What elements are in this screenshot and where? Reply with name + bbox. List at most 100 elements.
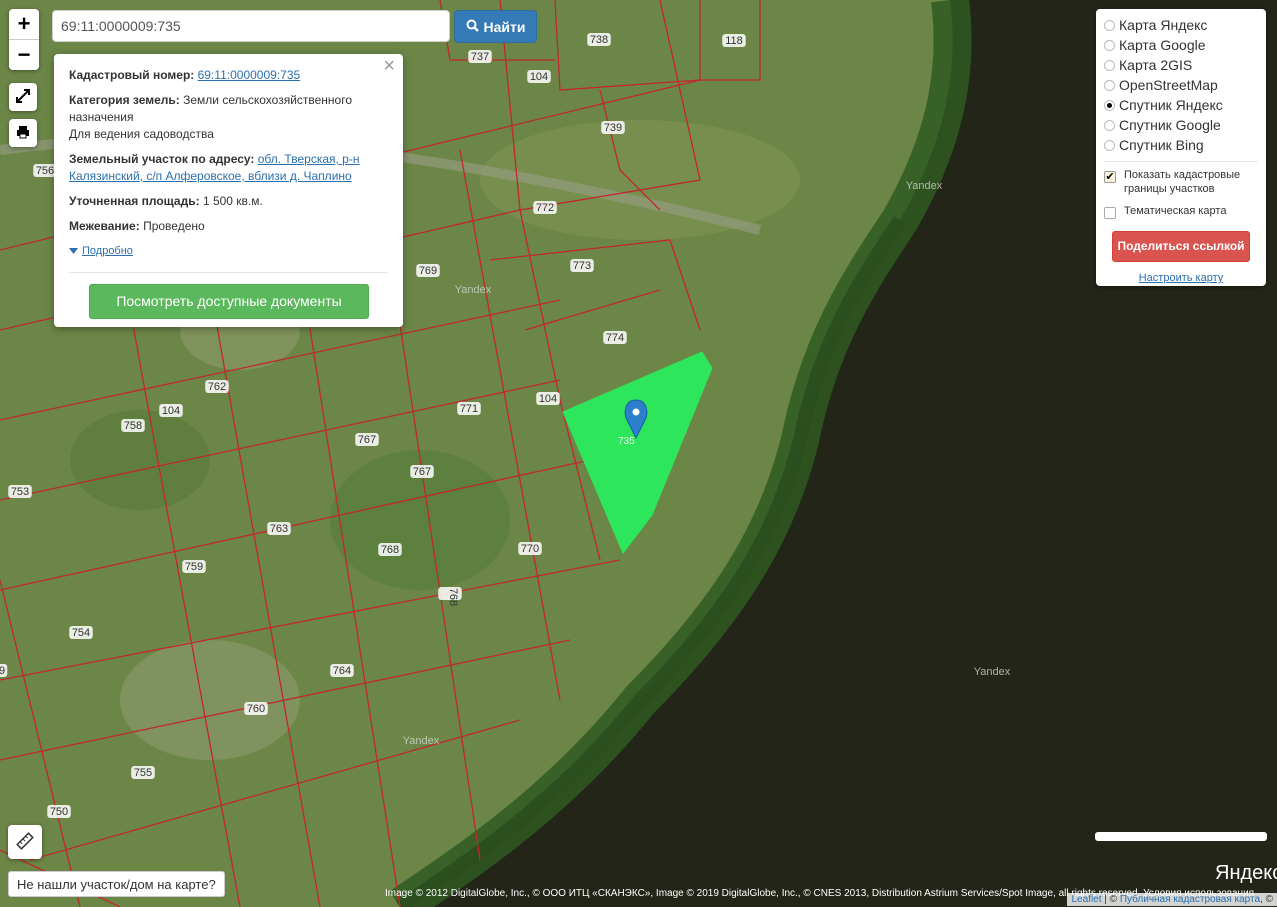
parcel-number-label[interactable]: 768 bbox=[447, 588, 459, 606]
parcel-number-label[interactable]: 772 bbox=[536, 202, 554, 214]
basemap-options: Карта Яндекс Карта Google Карта 2GIS OpenSt… bbox=[1104, 15, 1258, 155]
parcel-number-label[interactable]: 118 bbox=[725, 35, 743, 47]
popup-divider bbox=[69, 272, 388, 273]
leaflet-link[interactable]: Leaflet bbox=[1071, 894, 1101, 905]
yandex-logo: Яндекс bbox=[1215, 862, 1277, 884]
survey-value: Проведено bbox=[143, 219, 205, 233]
details-link[interactable]: Подробно bbox=[82, 243, 133, 260]
parcel-number-label[interactable]: 767 bbox=[358, 434, 376, 446]
basemap-option-label: Карта 2GIS bbox=[1119, 57, 1193, 73]
attribution-tail: , © bbox=[1260, 894, 1273, 905]
parcel-number-label[interactable]: 753 bbox=[11, 486, 29, 498]
thematic-map-checkbox[interactable]: Тематическая карта bbox=[1104, 204, 1258, 219]
survey-row: Межевание: Проведено bbox=[69, 218, 388, 235]
parcel-number-label[interactable]: 770 bbox=[521, 543, 539, 555]
yandex-watermark: Yandex bbox=[403, 735, 440, 747]
parcel-number-label[interactable]: 756 bbox=[36, 165, 54, 177]
measure-button[interactable] bbox=[8, 825, 42, 859]
layer-switcher-panel: Карта Яндекс Карта Google Карта 2GIS OpenSt… bbox=[1096, 9, 1266, 286]
parcel-number-label[interactable]: 763 bbox=[270, 523, 288, 535]
parcel-number-label[interactable]: 755 bbox=[134, 767, 152, 779]
share-link-button[interactable]: Поделиться ссылкой bbox=[1112, 231, 1250, 262]
show-borders-checkbox[interactable]: ✔ Показать кадастровые границы участков bbox=[1104, 168, 1258, 196]
checkbox-checked-icon: ✔ bbox=[1104, 171, 1116, 183]
printer-icon bbox=[16, 125, 30, 142]
area-label: Уточненная площадь: bbox=[69, 194, 200, 208]
basemap-option-label: Спутник Bing bbox=[1119, 137, 1204, 153]
parcel-number-label[interactable]: 768 bbox=[381, 544, 399, 556]
details-toggle[interactable]: Подробно bbox=[69, 243, 388, 260]
parcel-number-label[interactable]: 769 bbox=[419, 265, 437, 277]
pkk-link[interactable]: Публичная кадастровая карта bbox=[1120, 894, 1260, 905]
area-row: Уточненная площадь: 1 500 кв.м. bbox=[69, 193, 388, 210]
basemap-option[interactable]: Карта Google bbox=[1104, 35, 1258, 55]
thematic-map-label: Тематическая карта bbox=[1124, 205, 1227, 217]
parcel-number-label[interactable]: 774 bbox=[606, 332, 624, 344]
parcel-number-label[interactable]: 773 bbox=[573, 260, 591, 272]
parcel-number-label[interactable]: 764 bbox=[333, 665, 351, 677]
yandex-watermark: Yandex bbox=[974, 666, 1011, 678]
basemap-option-label: Карта Яндекс bbox=[1119, 17, 1208, 33]
ruler-icon bbox=[16, 831, 34, 853]
not-found-button[interactable]: Не нашли участок/дом на карте? bbox=[8, 871, 225, 897]
zoom-in-button[interactable]: + bbox=[9, 9, 39, 39]
area-value: 1 500 кв.м. bbox=[202, 194, 263, 208]
radio-icon bbox=[1104, 39, 1115, 51]
basemap-option[interactable]: Спутник Google bbox=[1104, 115, 1258, 135]
show-borders-label: Показать кадастровые границы участков bbox=[1124, 169, 1241, 195]
basemap-option-label: Спутник Яндекс bbox=[1119, 97, 1223, 113]
basemap-option[interactable]: Спутник Bing bbox=[1104, 135, 1258, 155]
cadastral-number-link[interactable]: 69:11:0000009:735 bbox=[198, 68, 301, 82]
selected-parcel-label: 735 bbox=[618, 436, 635, 447]
print-button[interactable] bbox=[9, 119, 37, 147]
basemap-option-label: OpenStreetMap bbox=[1119, 77, 1218, 93]
parcel-number-label[interactable]: 759 bbox=[185, 561, 203, 573]
land-category-row: Категория земель: Земли сельскохозяйстве… bbox=[69, 92, 388, 143]
yandex-watermark: Yandex bbox=[906, 180, 943, 192]
parcel-number-label[interactable]: 104 bbox=[539, 393, 557, 405]
basemap-option[interactable]: OpenStreetMap bbox=[1104, 75, 1258, 95]
radio-icon bbox=[1104, 119, 1115, 131]
parcel-number-label[interactable]: 9 bbox=[0, 665, 5, 677]
attribution-separator: | © bbox=[1101, 894, 1120, 905]
parcel-number-label[interactable]: 767 bbox=[413, 466, 431, 478]
survey-label: Межевание: bbox=[69, 219, 140, 233]
basemap-option-label: Спутник Google bbox=[1119, 117, 1221, 133]
parcel-number-label[interactable]: 758 bbox=[124, 420, 142, 432]
expand-icon bbox=[16, 88, 30, 106]
triangle-down-icon bbox=[69, 243, 78, 260]
search-icon bbox=[466, 19, 479, 35]
basemap-option[interactable]: Карта 2GIS bbox=[1104, 55, 1258, 75]
checkbox-unchecked-icon bbox=[1104, 207, 1116, 219]
basemap-option[interactable]: Карта Яндекс bbox=[1104, 15, 1258, 35]
parcel-number-label[interactable]: 739 bbox=[604, 122, 622, 134]
radio-icon bbox=[1104, 79, 1115, 91]
zoom-out-button[interactable]: − bbox=[9, 39, 39, 70]
layers-divider bbox=[1104, 161, 1258, 162]
parcel-number-label[interactable]: 760 bbox=[247, 703, 265, 715]
parcel-number-label[interactable]: 754 bbox=[72, 627, 90, 639]
search-button-label: Найти bbox=[483, 18, 526, 35]
land-category-label: Категория земель: bbox=[69, 93, 180, 107]
radio-selected-icon bbox=[1104, 99, 1115, 111]
search-button[interactable]: Найти bbox=[454, 10, 537, 43]
parcel-number-label[interactable]: 762 bbox=[208, 381, 226, 393]
search-input[interactable] bbox=[52, 10, 450, 42]
parcel-number-label[interactable]: 750 bbox=[50, 806, 68, 818]
zoom-control: + − bbox=[9, 9, 39, 70]
basemap-option-label: Карта Google bbox=[1119, 37, 1206, 53]
map-attribution: Leaflet | © Публичная кадастровая карта,… bbox=[1067, 893, 1277, 906]
view-documents-button[interactable]: Посмотреть доступные документы bbox=[89, 284, 369, 319]
fullscreen-button[interactable] bbox=[9, 83, 37, 111]
close-icon[interactable]: × bbox=[383, 56, 395, 76]
parcel-number-label[interactable]: 738 bbox=[590, 34, 608, 46]
cadastral-number-row: Кадастровый номер: 69:11:0000009:735 bbox=[69, 67, 388, 84]
configure-map-link[interactable]: Настроить карту bbox=[1104, 272, 1258, 284]
parcel-number-label[interactable]: 104 bbox=[162, 405, 180, 417]
basemap-option[interactable]: Спутник Яндекс bbox=[1104, 95, 1258, 115]
address-row: Земельный участок по адресу: обл. Тверск… bbox=[69, 151, 388, 185]
parcel-number-label[interactable]: 771 bbox=[460, 403, 478, 415]
scale-bar bbox=[1095, 832, 1267, 841]
parcel-number-label[interactable]: 737 bbox=[471, 51, 489, 63]
parcel-number-label[interactable]: 104 bbox=[530, 71, 548, 83]
